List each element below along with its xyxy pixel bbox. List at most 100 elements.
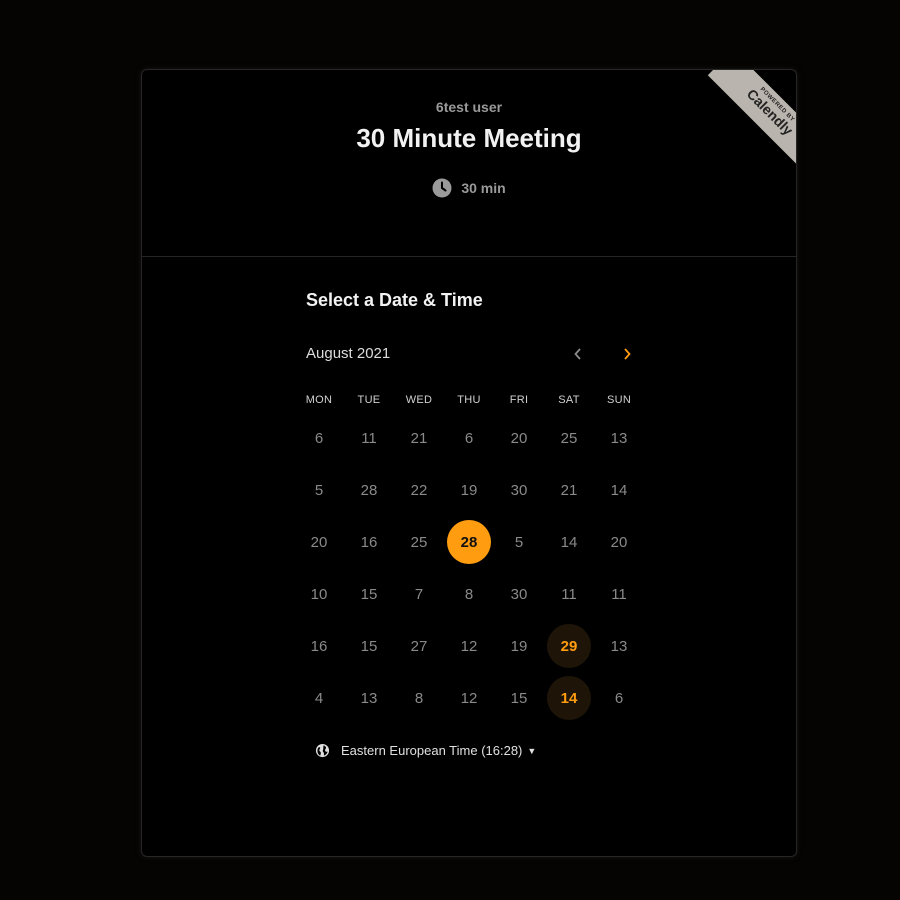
day-number: 6 bbox=[314, 429, 324, 447]
calendar-day: 15 bbox=[344, 620, 394, 672]
day-number: 21 bbox=[410, 429, 428, 447]
calendar-day: 7 bbox=[394, 568, 444, 620]
timezone-label: Eastern European Time (16:28) bbox=[341, 743, 523, 758]
day-number: 20 bbox=[610, 533, 628, 551]
calendar-week-row: 5 28 22 19 30 21 14 bbox=[294, 464, 646, 516]
calendar-week-row: 6 11 21 6 20 25 13 bbox=[294, 412, 646, 464]
calendar-day: 28 bbox=[344, 464, 394, 516]
duration-label: 30 min bbox=[461, 180, 506, 196]
day-number: 25 bbox=[560, 429, 578, 447]
calendar-day: 19 bbox=[444, 464, 494, 516]
day-number: 30 bbox=[510, 481, 528, 499]
month-label: August 2021 bbox=[306, 345, 391, 362]
calendar-day: 20 bbox=[294, 516, 344, 568]
calendar-grid: 6 11 21 6 20 25 13 5 28 22 19 30 21 14 20 16 25 28 5 14 20 10… bbox=[294, 412, 646, 724]
day-number: 28 bbox=[360, 481, 378, 499]
powered-by-ribbon[interactable]: POWERED BY Calendly bbox=[696, 70, 796, 170]
calendar-week-row: 10 15 7 8 30 11 11 bbox=[294, 568, 646, 620]
day-number: 6 bbox=[614, 689, 624, 707]
day-number: 13 bbox=[610, 429, 628, 447]
day-number: 19 bbox=[510, 637, 528, 655]
calendar-day: 5 bbox=[494, 516, 544, 568]
day-number: 11 bbox=[561, 585, 577, 603]
calendar-day: 12 bbox=[444, 620, 494, 672]
day-number: 16 bbox=[360, 533, 378, 551]
calendar-day: 13 bbox=[594, 620, 644, 672]
globe-icon bbox=[315, 743, 330, 758]
day-number: 8 bbox=[414, 689, 424, 707]
calendar-day: 4 bbox=[294, 672, 344, 724]
day-number: 15 bbox=[360, 637, 378, 655]
day-number: 19 bbox=[460, 481, 478, 499]
day-number: 14 bbox=[547, 676, 591, 720]
calendar-week-row: 20 16 25 28 5 14 20 bbox=[294, 516, 646, 568]
calendar-day: 11 bbox=[544, 568, 594, 620]
section-title: Select a Date & Time bbox=[306, 290, 483, 310]
calendar-day: 30 bbox=[494, 464, 544, 516]
day-number: 15 bbox=[360, 585, 378, 603]
day-number: 5 bbox=[514, 533, 524, 551]
day-number: 4 bbox=[314, 689, 324, 707]
day-number: 6 bbox=[464, 429, 474, 447]
clock-icon bbox=[432, 178, 452, 198]
chevron-left-icon bbox=[574, 348, 581, 360]
calendar-day: 22 bbox=[394, 464, 444, 516]
day-number: 29 bbox=[547, 624, 591, 668]
calendar-day: 21 bbox=[394, 412, 444, 464]
weekday-label: THU bbox=[457, 394, 481, 406]
day-number: 10 bbox=[310, 585, 328, 603]
day-number: 5 bbox=[314, 481, 324, 499]
calendar-day: 10 bbox=[294, 568, 344, 620]
day-number: 15 bbox=[510, 689, 528, 707]
day-number: 28 bbox=[447, 520, 491, 564]
event-duration: 30 min bbox=[142, 178, 796, 198]
calendar-day: 14 bbox=[544, 516, 594, 568]
previous-month-button[interactable] bbox=[566, 342, 590, 366]
calendar-day: 13 bbox=[344, 672, 394, 724]
weekday-label: WED bbox=[405, 394, 433, 406]
event-header: 6test user 30 Minute Meeting 30 min POWE… bbox=[142, 70, 796, 257]
calendar-day: 27 bbox=[394, 620, 444, 672]
next-month-button[interactable] bbox=[615, 342, 639, 366]
calendar-day: 15 bbox=[494, 672, 544, 724]
day-number: 16 bbox=[310, 637, 328, 655]
day-number: 14 bbox=[560, 533, 578, 551]
calendar-day-selected[interactable]: 28 bbox=[444, 516, 494, 568]
day-number: 22 bbox=[410, 481, 428, 499]
booking-card: 6test user 30 Minute Meeting 30 min POWE… bbox=[141, 69, 797, 857]
calendar-day: 16 bbox=[294, 620, 344, 672]
calendar-day: 25 bbox=[394, 516, 444, 568]
day-number: 12 bbox=[460, 689, 478, 707]
weekday-label: TUE bbox=[357, 394, 381, 406]
day-number: 30 bbox=[510, 585, 528, 603]
day-number: 21 bbox=[560, 481, 578, 499]
day-number: 12 bbox=[460, 637, 478, 655]
calendar-day: 12 bbox=[444, 672, 494, 724]
calendar-day: 6 bbox=[594, 672, 644, 724]
calendar-day: 15 bbox=[344, 568, 394, 620]
chevron-right-icon bbox=[624, 348, 631, 360]
day-number: 20 bbox=[310, 533, 328, 551]
caret-down-icon: ▼ bbox=[527, 745, 537, 756]
calendar-day: 20 bbox=[494, 412, 544, 464]
calendar-day: 11 bbox=[344, 412, 394, 464]
day-number: 27 bbox=[410, 637, 428, 655]
day-number: 11 bbox=[361, 429, 377, 447]
calendar-day: 21 bbox=[544, 464, 594, 516]
day-number: 14 bbox=[610, 481, 628, 499]
day-number: 20 bbox=[510, 429, 528, 447]
weekday-header: MON TUE WED THU FRI SAT SUN bbox=[294, 394, 646, 406]
calendar-day-available[interactable]: 29 bbox=[544, 620, 594, 672]
day-number: 13 bbox=[610, 637, 628, 655]
calendar-day: 25 bbox=[544, 412, 594, 464]
calendar-day-available[interactable]: 14 bbox=[544, 672, 594, 724]
day-number: 11 bbox=[611, 585, 627, 603]
calendar-day: 16 bbox=[344, 516, 394, 568]
calendar-day: 13 bbox=[594, 412, 644, 464]
weekday-label: MON bbox=[305, 394, 333, 406]
timezone-selector[interactable]: Eastern European Time (16:28) ▼ bbox=[315, 743, 536, 758]
calendar-week-row: 4 13 8 12 15 14 6 bbox=[294, 672, 646, 724]
day-number: 7 bbox=[414, 585, 424, 603]
calendar-day: 6 bbox=[294, 412, 344, 464]
calendar-day: 14 bbox=[594, 464, 644, 516]
